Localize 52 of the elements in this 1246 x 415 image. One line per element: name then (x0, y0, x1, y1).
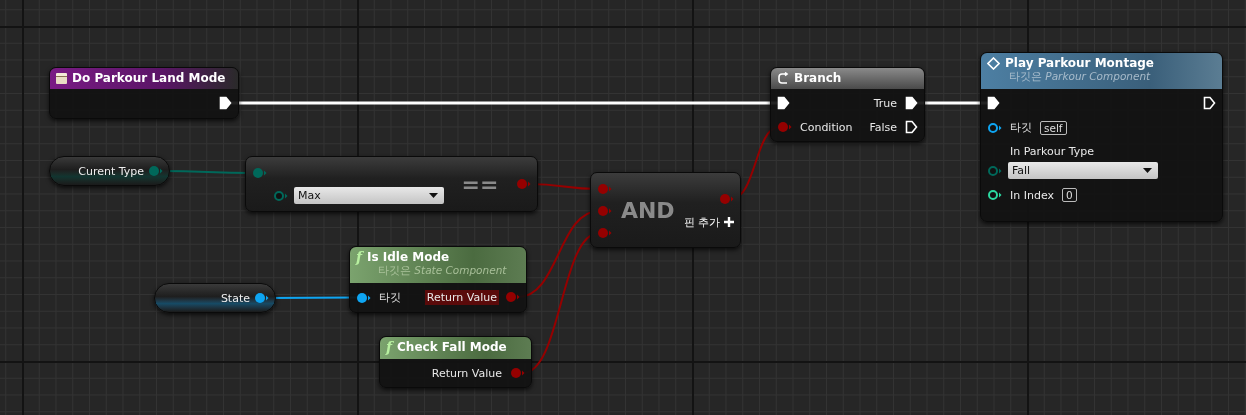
pin-label: In Index (1009, 187, 1055, 203)
node-title: Is Idle Mode (367, 250, 450, 264)
pin-label: 타깃 (378, 290, 402, 306)
node-title: Branch (794, 71, 842, 85)
pin-label: True (872, 95, 898, 111)
caret-icon (1143, 168, 1152, 173)
operator-node[interactable]: AND 핀 추가 (590, 172, 741, 248)
pin-label: Return Value (430, 365, 503, 381)
exec-pin-icon[interactable] (1203, 96, 1216, 110)
node-title: Play Parkour Montage (1005, 56, 1154, 70)
pin-label: In Parkour Type (1009, 144, 1096, 159)
exec-pin-icon[interactable] (987, 96, 1000, 110)
operator-node[interactable]: Max == (245, 156, 538, 212)
pin-icon[interactable] (987, 189, 1002, 201)
graph-node[interactable]: Play Parkour Montage 타깃은 Parkour Component 타깃 self In Parkour Type Fall In Index 0 (980, 52, 1223, 222)
pin-label: 타깃 (1009, 120, 1033, 136)
pin-label: False (868, 119, 898, 135)
variable-label: Curent Type (78, 164, 144, 178)
node-subtitle: 타깃은 State Component (377, 264, 508, 278)
exec-pin-icon[interactable] (905, 96, 918, 110)
operator-label: AND (620, 197, 675, 223)
pin-label: Condition (799, 119, 854, 135)
node-subtitle: 타깃은 Parkour Component (1008, 70, 1152, 84)
pin-icon[interactable] (987, 121, 1002, 134)
operator-label: == (461, 171, 499, 197)
exec-pin-icon[interactable] (219, 96, 232, 110)
function-icon: f (386, 340, 393, 354)
pin-icon[interactable] (356, 291, 371, 304)
graph-node[interactable]: Do Parkour Land Mode (49, 67, 239, 119)
diamond-icon (987, 56, 1000, 70)
pin-label: Return Value (424, 289, 499, 305)
value-field[interactable]: 0 (1062, 188, 1077, 202)
add-pin-button[interactable]: 핀 추가 (683, 214, 734, 230)
branch-icon (777, 71, 789, 85)
graph-node[interactable]: f Is Idle Mode 타깃은 State Component 타깃 Return Value (349, 246, 527, 313)
box-icon (56, 72, 67, 84)
graph-node[interactable]: Branch Condition True False (770, 67, 925, 142)
function-icon: f (356, 250, 363, 264)
variable-node[interactable]: Curent Type (49, 156, 170, 186)
caret-icon (429, 193, 438, 198)
variable-label: State (220, 291, 250, 305)
exec-pin-icon[interactable] (777, 96, 790, 110)
graph-node[interactable]: f Check Fall Mode Return Value (379, 336, 532, 388)
exec-pin-icon[interactable] (905, 120, 918, 134)
dropdown[interactable]: Fall (1008, 162, 1158, 179)
dropdown[interactable]: Max (294, 187, 444, 204)
variable-node[interactable]: State (154, 283, 276, 313)
node-title: Do Parkour Land Mode (72, 71, 226, 85)
pin-icon[interactable] (254, 292, 269, 304)
plus-icon (724, 217, 734, 227)
value-field[interactable]: self (1040, 120, 1067, 135)
node-title: Check Fall Mode (397, 340, 507, 354)
